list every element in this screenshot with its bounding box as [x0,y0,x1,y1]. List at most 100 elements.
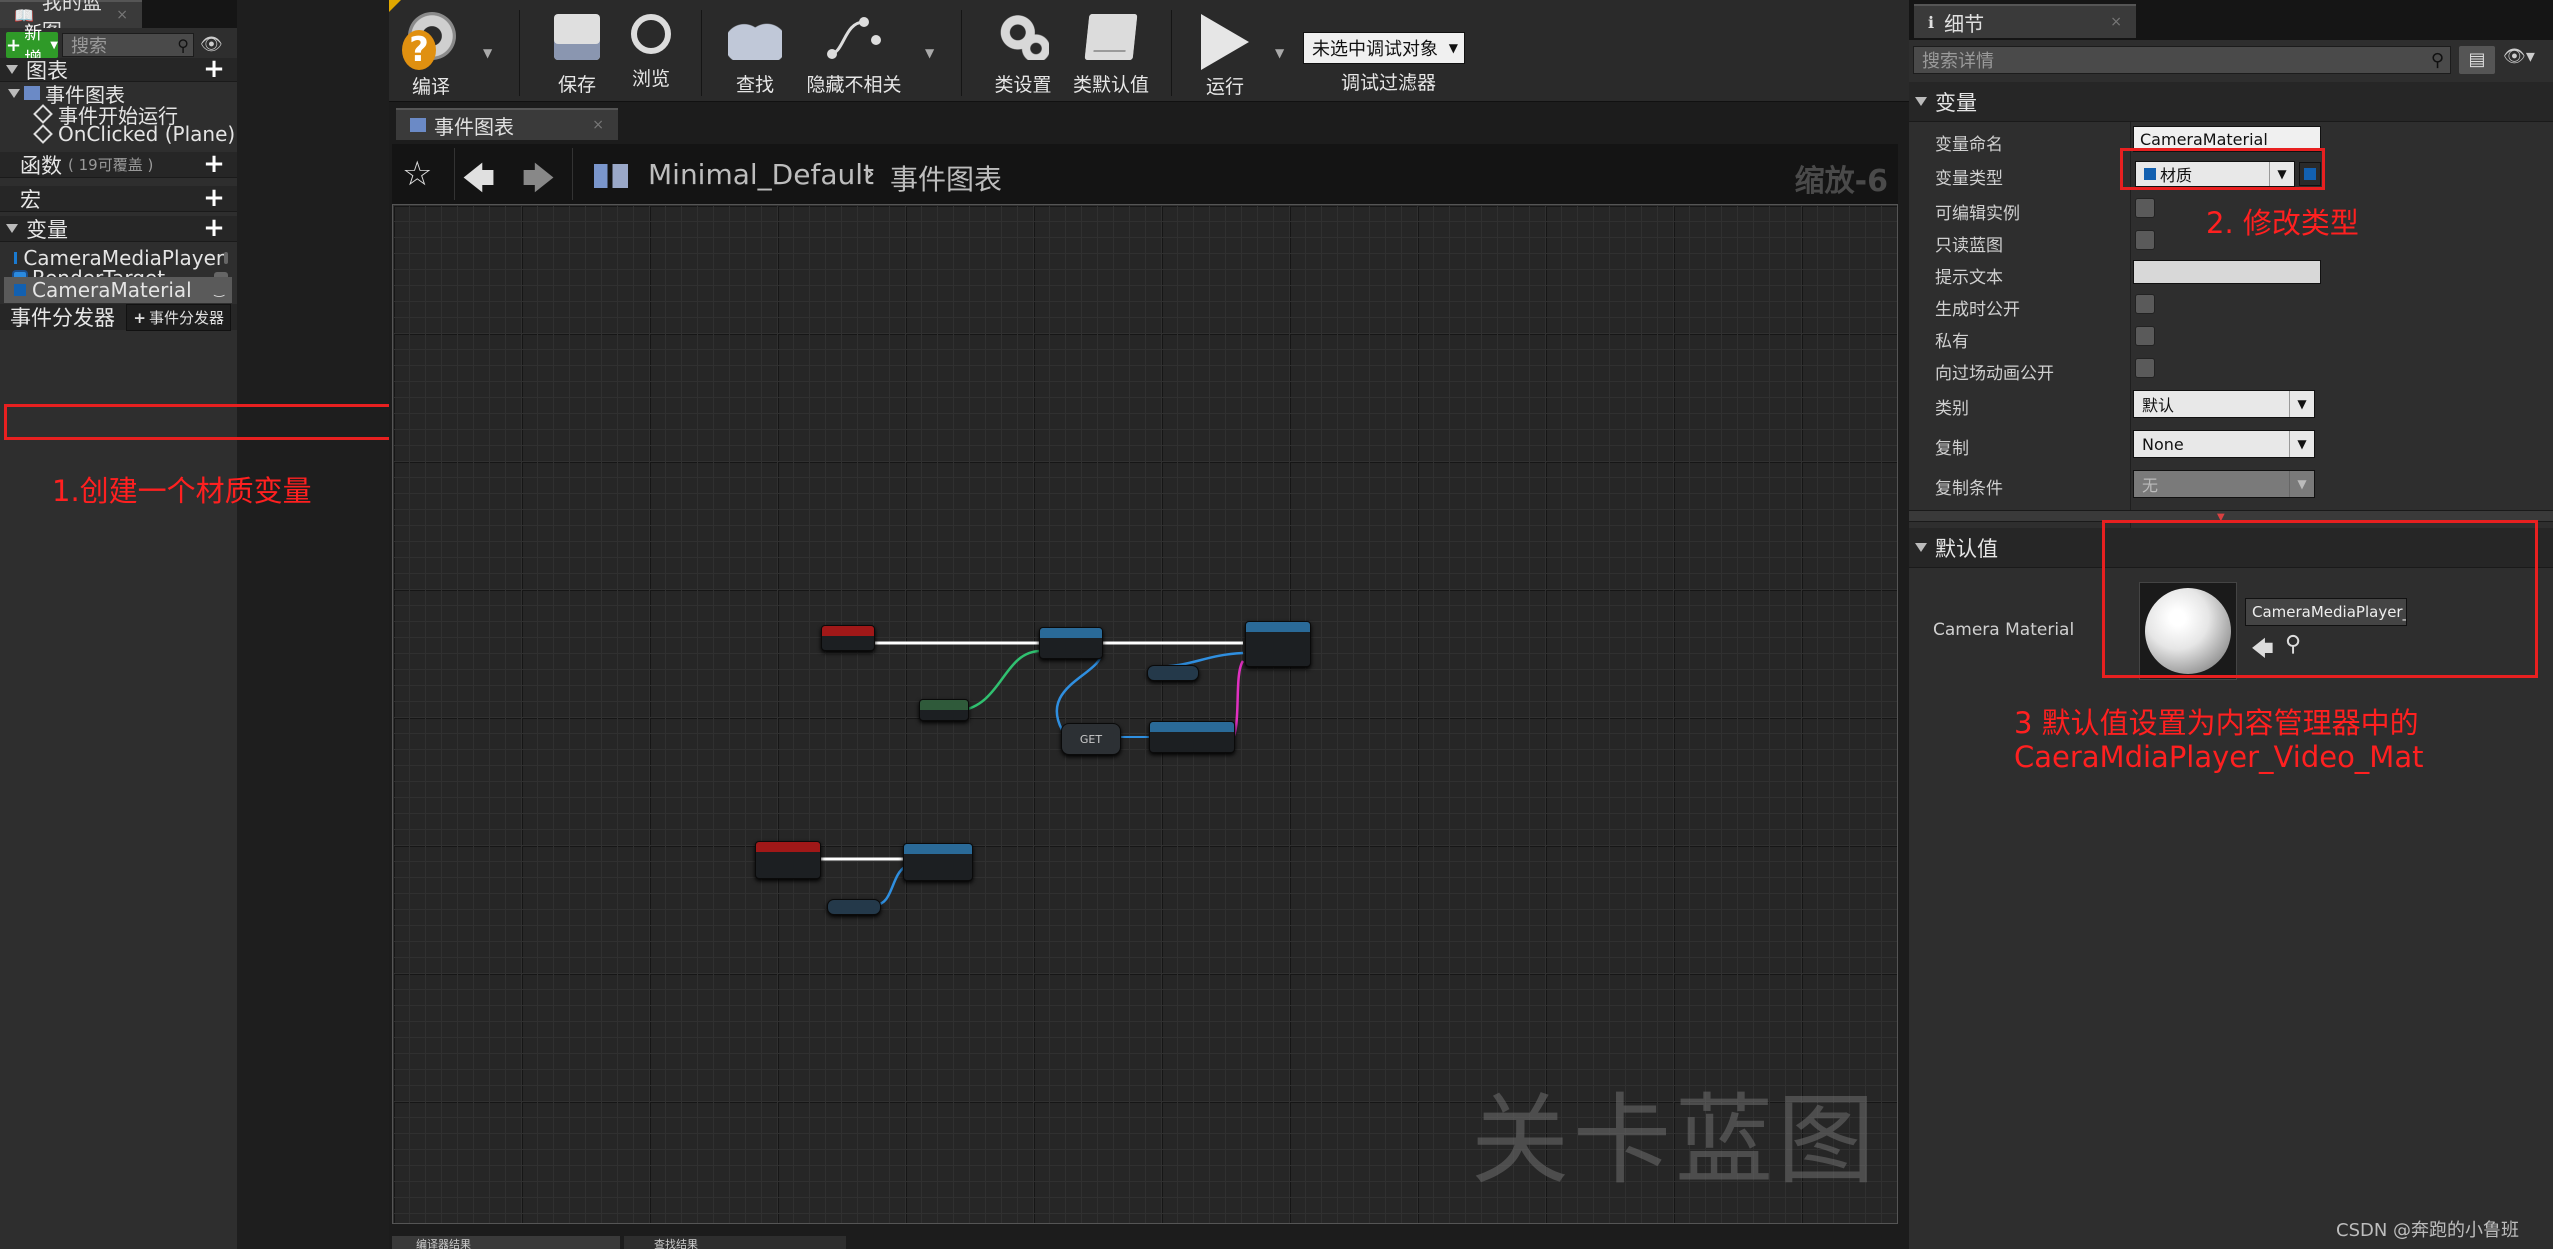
material-pin-icon [14,284,26,296]
nav-divider [572,148,573,200]
rep-condition-select: 无 ▼ [2133,470,2315,498]
close-icon[interactable]: × [2110,14,2122,30]
tab-my-blueprint[interactable]: 📖 我的蓝图 × [0,0,142,43]
class-settings-button[interactable]: 类设置 [983,14,1063,97]
property-matrix-icon[interactable]: ▤ [2459,46,2495,74]
variable-item-camera-material[interactable]: CameraMaterial ‿ [4,277,232,303]
prop-label-readonly: 只读蓝图 [1935,236,2003,256]
compile-options-chevron-icon[interactable]: ▼ [483,46,492,60]
search-icon: ⚲ [177,35,189,55]
details-search-input[interactable]: 搜索详情 ⚲ [1913,46,2451,74]
graph-icon [24,86,40,100]
prop-label-private: 私有 [1935,332,1969,352]
browse-button[interactable]: 浏览 [615,14,687,91]
editable-instance-checkbox[interactable] [2135,198,2155,218]
hide-unrelated-chevron-icon[interactable]: ▼ [925,46,934,60]
variables-section-header[interactable]: 变量 + [0,215,237,242]
play-options-chevron-icon[interactable]: ▼ [1275,46,1284,60]
close-icon[interactable]: × [116,7,128,23]
close-icon[interactable]: × [592,117,604,133]
back-arrow-icon[interactable]: 🡄 [462,156,495,210]
replication-select[interactable]: None ▼ [2133,430,2315,458]
hide-unrelated-label: 隐藏不相关 [806,74,902,96]
browse-label: 浏览 [631,68,670,90]
node-green-getter[interactable] [919,699,969,721]
search-icon: ⚲ [2430,49,2444,71]
tooltip-text-field[interactable] [2133,260,2321,284]
node-event-begin-play[interactable] [821,625,875,651]
expose-on-spawn-checkbox[interactable] [2135,294,2155,314]
view-options-eye-icon[interactable]: 👁▾ [2503,46,2547,74]
view-options-eye-icon[interactable]: 👁 [200,34,232,56]
play-button[interactable]: 运行 [1185,14,1265,99]
expose-cinematics-checkbox[interactable] [2135,358,2155,378]
find-button[interactable]: 查找 [719,14,791,97]
details-search-placeholder: 搜索详情 [1922,51,1994,72]
node-get[interactable]: GET [1061,723,1121,755]
tree-item-onclicked[interactable]: OnClicked (Plane) [33,122,236,146]
add-variable-button[interactable]: + [201,215,227,242]
annotation-box-step2 [2120,148,2325,190]
collapse-triangle-icon [1915,543,1927,552]
category-select[interactable]: 默认 ▼ [2133,390,2315,418]
node-create-material[interactable] [1245,621,1311,667]
node-set-function[interactable] [1039,627,1103,659]
prop-label-name: 变量命名 [1935,135,2003,155]
my-blueprint-panel: +新增▼ 搜索 ⚲ 👁 图表 + 事件图表 事件开始运行 OnClicked (… [0,23,237,1249]
node-variable-getter[interactable] [1147,665,1199,681]
save-label: 保存 [557,74,596,96]
tab-find-results[interactable]: 查找结果 [624,1236,846,1249]
add-dispatcher-button[interactable]: + 事件分发器 [126,303,231,331]
node-media-function[interactable] [1149,721,1235,753]
graph-canvas[interactable]: GET 关卡蓝图 [392,204,1898,1224]
prop-label-rep-condition: 复制条件 [1935,479,2003,499]
functions-section-header[interactable]: 函数 ( 19可覆盖 ) + [0,151,237,178]
forward-arrow-icon[interactable]: 🡆 [522,156,555,210]
graph-nav-bar: ☆ 🡄 🡆 Minimal_Default › 事件图表 缩放-6 [392,144,1898,204]
main-toolbar: ? 编译 ▼ 保存 浏览 查找 隐藏不相关 ▼ 类设置 类默认值 运行 ▼ 未选… [389,0,1909,102]
macros-section-header[interactable]: 宏 + [0,185,237,212]
readonly-blueprint-checkbox[interactable] [2135,230,2155,250]
default-value-label: Camera Material [1933,620,2075,640]
debug-object-value: 未选中调试对象 [1312,39,1438,60]
debug-object-select[interactable]: 未选中调试对象 ▼ [1303,32,1465,64]
variable-name: CameraMaterial [32,278,192,302]
expand-triangle-icon [8,88,20,98]
private-checkbox[interactable] [2135,326,2155,346]
zoom-level: 缩放-6 [1794,164,1888,199]
node-event-onclicked[interactable] [755,841,821,879]
add-graph-button[interactable]: + [201,56,227,83]
eye-closed-icon[interactable] [224,252,228,264]
class-defaults-button[interactable]: 类默认值 [1063,14,1159,97]
compile-gear-icon: ? [402,10,460,72]
object-pin-icon [14,252,18,264]
debug-filter-label: 调试过滤器 [1341,72,1437,94]
class-settings-gear-icon [997,14,1049,60]
collapse-triangle-icon [6,224,18,233]
tab-event-graph-label: 事件图表 [434,114,514,139]
breadcrumb-current: 事件图表 [890,163,1003,196]
prop-label-category: 类别 [1935,399,1969,419]
tab-compiler-results[interactable]: 编译器结果 [392,1236,620,1249]
chevron-down-icon: ▼ [1448,41,1458,55]
variable-section-header[interactable]: 变量 [1909,82,2553,122]
hide-unrelated-button[interactable]: 隐藏不相关 [799,14,909,97]
node-onclicked-function[interactable] [903,843,973,881]
toolbar-divider [961,10,962,96]
info-icon: ℹ [1928,12,1935,32]
add-macro-button[interactable]: + [201,185,227,212]
save-button[interactable]: 保存 [541,14,613,97]
compile-button[interactable]: ? 编译 [395,10,467,99]
add-function-button[interactable]: + [201,151,227,178]
star-icon[interactable]: ☆ [402,154,432,194]
blueprint-search-input[interactable]: 搜索 ⚲ [62,33,194,57]
tab-details[interactable]: ℹ 细节 × [1914,4,2136,38]
binoculars-icon [728,14,782,60]
eye-open-icon[interactable]: ‿ [214,283,224,297]
dispatchers-header-label: 事件分发器 [10,306,115,330]
node-variable-getter[interactable] [827,899,881,915]
chevron-down-icon: ▼ [2289,391,2314,417]
tab-event-graph[interactable]: 事件图表 × [396,108,618,140]
graph-icon [410,118,426,132]
breadcrumb-root[interactable]: Minimal_Default [648,158,874,191]
